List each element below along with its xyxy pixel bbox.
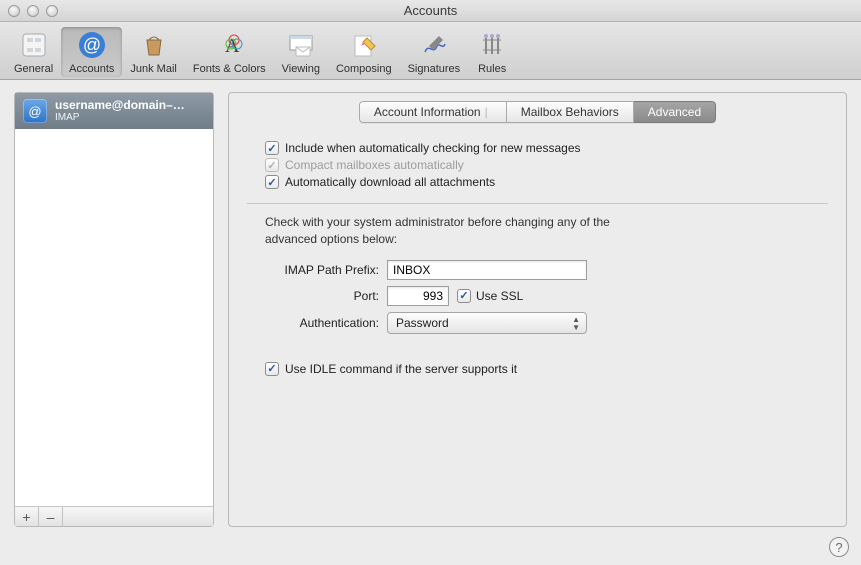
rules-icon (476, 29, 508, 61)
divider (247, 203, 828, 204)
toolbar-label: Junk Mail (130, 63, 176, 75)
zoom-window-button[interactable] (46, 5, 58, 17)
toolbar-label: Fonts & Colors (193, 63, 266, 75)
window-title: Accounts (0, 3, 861, 18)
svg-text:@: @ (28, 104, 41, 119)
compact-mailboxes-row: ✓ Compact mailboxes automatically (265, 158, 828, 172)
tab-advanced[interactable]: Advanced (634, 101, 716, 123)
accounts-sidebar: @ username@domain–… IMAP + – (14, 92, 214, 527)
account-list[interactable]: @ username@domain–… IMAP (15, 93, 213, 506)
envelope-window-icon (285, 29, 317, 61)
use-idle-row[interactable]: ✓ Use IDLE command if the server support… (265, 362, 828, 376)
toolbar-general[interactable]: General (6, 27, 61, 77)
checkbox-checked-icon[interactable]: ✓ (457, 289, 471, 303)
close-window-button[interactable] (8, 5, 20, 17)
sidebar-footer: + – (15, 506, 213, 526)
imap-prefix-label: IMAP Path Prefix: (247, 263, 387, 277)
compact-mailboxes-label: Compact mailboxes automatically (285, 158, 464, 172)
include-checking-label: Include when automatically checking for … (285, 141, 581, 155)
svg-text:@: @ (83, 35, 101, 55)
port-input[interactable] (387, 286, 449, 306)
at-icon: @ (76, 29, 108, 61)
checkbox-checked-icon[interactable]: ✓ (265, 362, 279, 376)
updown-arrows-icon: ▲▼ (572, 316, 580, 332)
account-settings-panel: Account Information| Mailbox Behaviors A… (228, 92, 847, 527)
download-attachments-row[interactable]: ✓ Automatically download all attachments (265, 175, 828, 189)
admin-hint: Check with your system administrator bef… (265, 214, 625, 248)
checkbox-checked-icon: ✓ (265, 158, 279, 172)
toolbar-label: Composing (336, 63, 392, 75)
window-controls (0, 5, 58, 17)
include-checking-row[interactable]: ✓ Include when automatically checking fo… (265, 141, 828, 155)
account-type: IMAP (55, 112, 185, 124)
add-account-button[interactable]: + (15, 507, 39, 526)
toolbar-accounts[interactable]: @ Accounts (61, 27, 122, 77)
toolbar-label: Accounts (69, 63, 114, 75)
titlebar: Accounts (0, 0, 861, 22)
toolbar-composing[interactable]: Composing (328, 27, 400, 77)
authentication-label: Authentication: (247, 316, 387, 330)
toolbar-label: Rules (478, 63, 506, 75)
use-idle-label: Use IDLE command if the server supports … (285, 362, 517, 376)
fonts-colors-icon: A (213, 29, 245, 61)
minimize-window-button[interactable] (27, 5, 39, 17)
toolbar-label: Viewing (282, 63, 320, 75)
download-attachments-label: Automatically download all attachments (285, 175, 495, 189)
settings-tabs: Account Information| Mailbox Behaviors A… (359, 101, 716, 123)
switches-icon (18, 29, 50, 61)
checkbox-checked-icon[interactable]: ✓ (265, 141, 279, 155)
account-name: username@domain–… (55, 98, 185, 112)
authentication-select[interactable]: Password ▲▼ (387, 312, 587, 334)
checkbox-checked-icon[interactable]: ✓ (265, 175, 279, 189)
use-ssl-label: Use SSL (476, 289, 523, 303)
toolbar-rules[interactable]: Rules (468, 27, 516, 77)
port-label: Port: (247, 289, 387, 303)
remove-account-button[interactable]: – (39, 507, 63, 526)
tab-account-information[interactable]: Account Information| (359, 101, 507, 123)
preferences-toolbar: General @ Accounts Junk Mail A Fonts & C… (0, 22, 861, 80)
toolbar-fonts-colors[interactable]: A Fonts & Colors (185, 27, 274, 77)
toolbar-signatures[interactable]: Signatures (400, 27, 469, 77)
at-icon: @ (23, 99, 47, 123)
trash-bag-icon (138, 29, 170, 61)
imap-prefix-input[interactable] (387, 260, 587, 280)
toolbar-junk-mail[interactable]: Junk Mail (122, 27, 184, 77)
signature-pen-icon (418, 29, 450, 61)
pencil-paper-icon (348, 29, 380, 61)
toolbar-label: General (14, 63, 53, 75)
tab-mailbox-behaviors[interactable]: Mailbox Behaviors (507, 101, 634, 123)
toolbar-label: Signatures (408, 63, 461, 75)
account-row[interactable]: @ username@domain–… IMAP (15, 93, 213, 129)
toolbar-viewing[interactable]: Viewing (274, 27, 328, 77)
help-button[interactable]: ? (829, 537, 849, 557)
authentication-value: Password (396, 316, 449, 330)
